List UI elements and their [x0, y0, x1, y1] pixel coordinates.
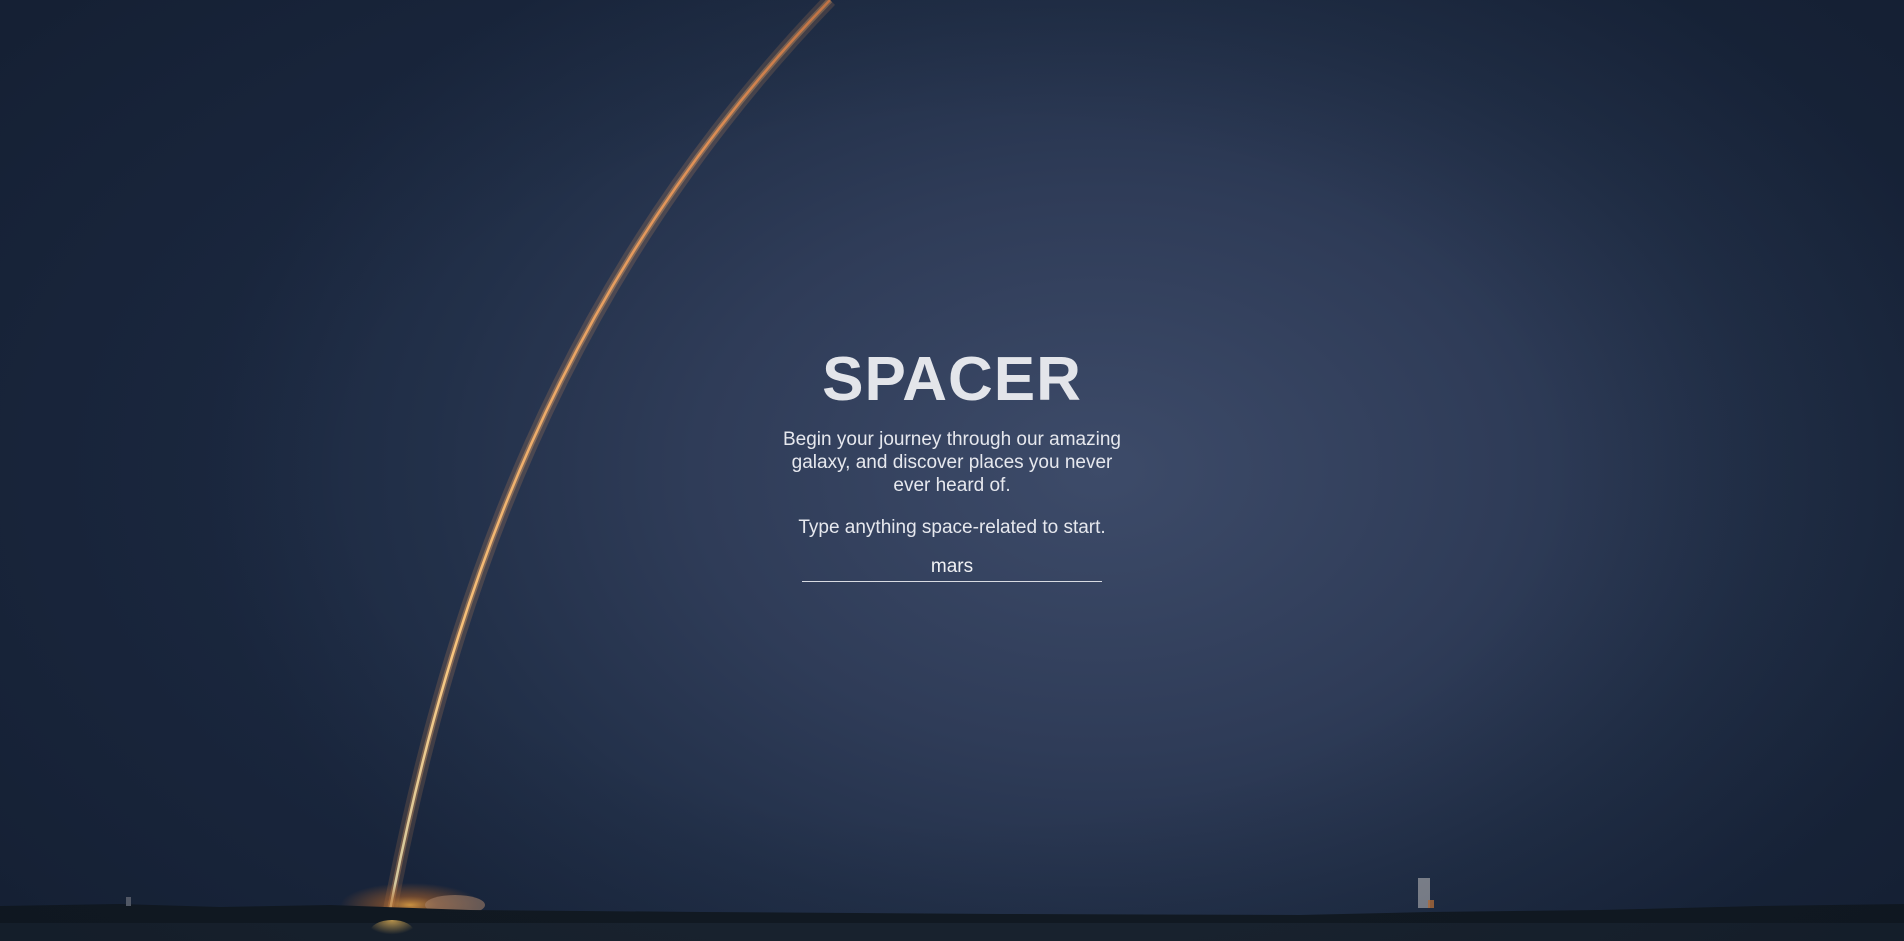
- search-input[interactable]: [802, 553, 1102, 582]
- landing-page: SPACER Begin your journey through our am…: [0, 0, 1904, 941]
- search-prompt: Type anything space-related to start.: [798, 517, 1106, 538]
- hero-tagline: Begin your journey through our amazing g…: [783, 429, 1121, 496]
- hero-content: SPACER Begin your journey through our am…: [752, 340, 1152, 582]
- site-title: SPACER: [822, 345, 1082, 414]
